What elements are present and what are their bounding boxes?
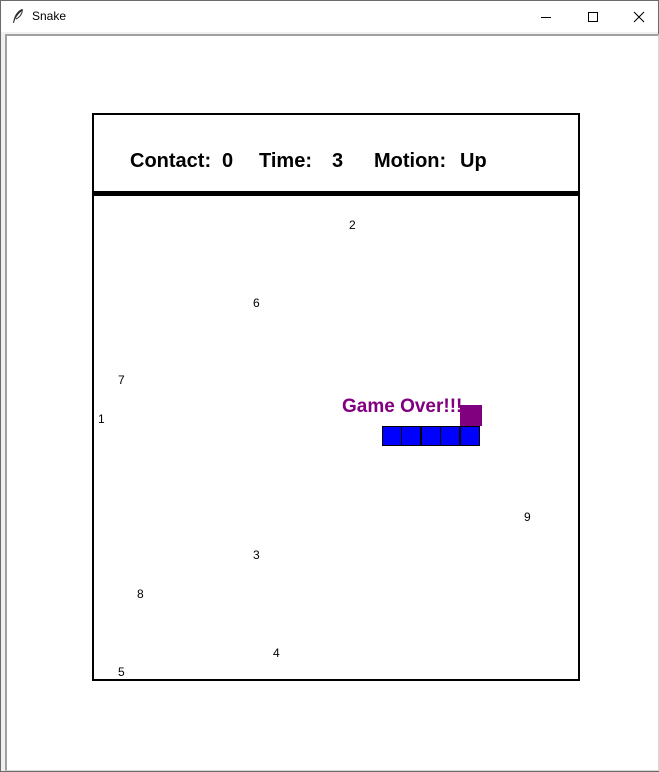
minimize-button[interactable] (523, 1, 569, 32)
score-panel: Contact: 0 Time: 3 Motion: Up (94, 115, 578, 196)
snake-segment (401, 426, 421, 446)
contact-label: Contact: (130, 150, 212, 172)
game-board[interactable]: Contact: 0 Time: 3 Motion: Up 2 6 7 1 9 … (92, 113, 580, 681)
number-marker: 6 (253, 296, 260, 310)
feather-icon (11, 8, 25, 24)
maximize-button[interactable] (570, 1, 616, 32)
snake-segment (440, 426, 460, 446)
close-icon (633, 11, 645, 22)
number-marker: 2 (349, 218, 356, 232)
motion-label: Motion: (374, 150, 447, 172)
time-label: Time: (259, 150, 312, 172)
close-button[interactable] (616, 1, 659, 32)
game-over-text: Game Over!!! (342, 396, 463, 417)
number-marker: 5 (118, 665, 125, 679)
time-value: 3 (332, 150, 344, 172)
snake-food (460, 405, 482, 426)
number-marker: 3 (253, 548, 260, 562)
window-title: Snake (32, 9, 67, 23)
number-marker: 1 (98, 412, 105, 426)
snake-segment (421, 426, 441, 446)
number-marker: 4 (273, 646, 280, 660)
number-marker: 9 (524, 510, 531, 524)
minimize-icon (541, 16, 551, 18)
snake-head (460, 426, 480, 446)
maximize-icon (588, 11, 598, 22)
motion-value: Up (460, 150, 487, 172)
number-marker: 7 (118, 373, 125, 387)
title-bar[interactable]: Snake (1, 1, 658, 32)
number-marker: 8 (137, 587, 144, 601)
contact-value: 0 (222, 150, 234, 172)
snake-segment (382, 426, 402, 446)
